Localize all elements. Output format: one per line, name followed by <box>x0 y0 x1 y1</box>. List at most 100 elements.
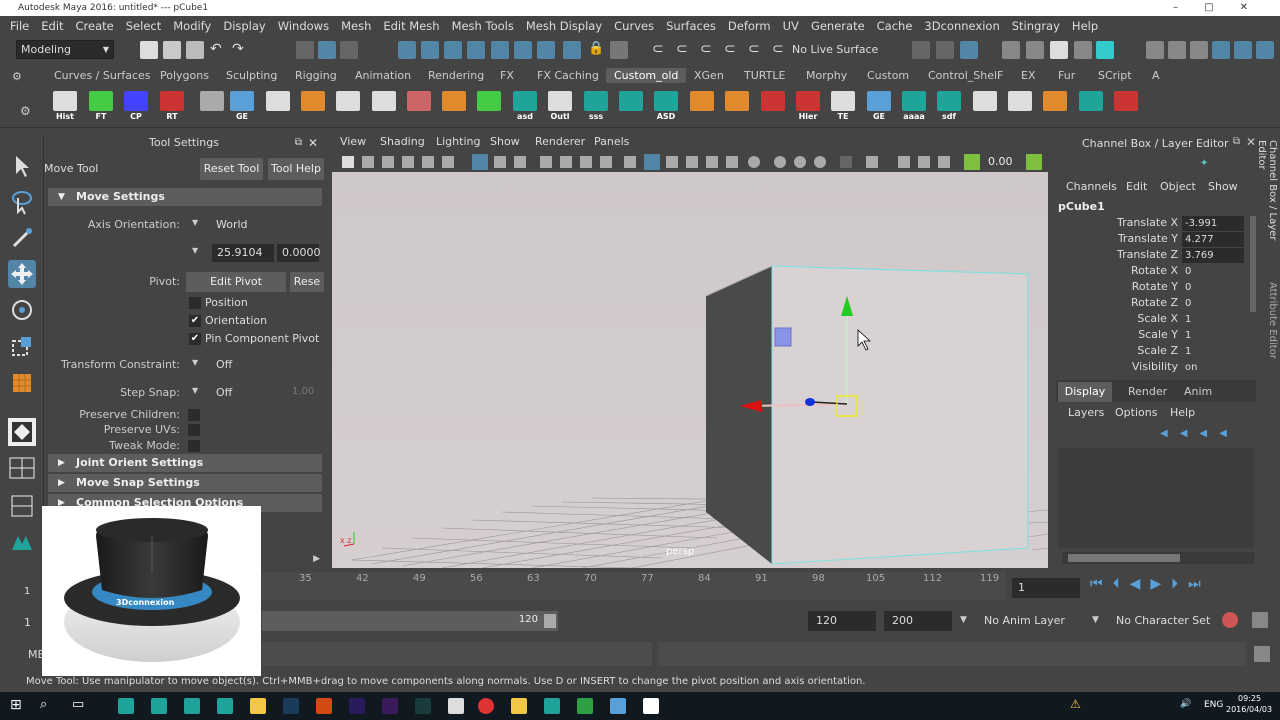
antialiasing-icon[interactable] <box>794 156 806 168</box>
tab-fur[interactable]: Fur <box>1058 69 1075 82</box>
app-icon[interactable] <box>643 698 659 714</box>
shelf-button[interactable] <box>1076 91 1106 125</box>
gear-icon[interactable]: ⚙ <box>20 104 31 118</box>
render-view-icon[interactable] <box>936 41 954 59</box>
chevron-down-icon[interactable]: ▼ <box>1092 615 1099 625</box>
attr-value[interactable]: 4.277 <box>1182 232 1244 247</box>
command-input[interactable] <box>262 642 652 666</box>
pin-component-pivot-checkbox[interactable]: ✔ <box>189 333 201 345</box>
cb-menu-show[interactable]: Show <box>1208 180 1238 193</box>
premiere-icon[interactable] <box>382 698 398 714</box>
menu-surfaces[interactable]: Surfaces <box>662 19 724 33</box>
audition-icon[interactable] <box>415 698 431 714</box>
cubes-icon[interactable] <box>8 368 36 396</box>
shelf-button[interactable]: aaaa <box>899 91 929 125</box>
joint-orient-section[interactable]: ▶ Joint Orient Settings <box>48 454 322 472</box>
layer-scrollbar[interactable] <box>1062 552 1254 564</box>
attr-value[interactable]: 1 <box>1182 328 1244 343</box>
attr-translate-y[interactable]: Translate Y 4.277 <box>1052 232 1248 248</box>
lock-icon[interactable]: 🔒 <box>588 41 606 59</box>
reset-pivot-button[interactable]: Rese <box>290 272 324 292</box>
tab-custom-old[interactable]: Custom_old <box>606 68 687 83</box>
magnet-view-icon[interactable]: ⊂ <box>772 41 790 59</box>
chevron-down-icon[interactable]: ▼ <box>192 358 198 367</box>
magnet-surface-icon[interactable]: ⊂ <box>748 41 766 59</box>
maya-app-icon[interactable] <box>184 698 200 714</box>
layer-menu-options[interactable]: Options <box>1115 406 1157 419</box>
snap-surface-icon[interactable] <box>467 41 485 59</box>
depth-of-field-icon[interactable] <box>814 156 826 168</box>
snap-curve-icon[interactable] <box>421 41 439 59</box>
tab-custom[interactable]: Custom <box>867 69 909 82</box>
xgen-icon[interactable] <box>8 528 36 556</box>
shelf-button[interactable]: TE <box>828 91 858 125</box>
resolution-gate-icon[interactable] <box>514 156 526 168</box>
file-explorer-icon[interactable] <box>250 698 266 714</box>
side-tab-channel-box[interactable]: Channel Box / Layer Editor <box>1256 140 1278 270</box>
tab-render[interactable]: Render <box>1128 385 1167 398</box>
attr-value[interactable]: 1 <box>1182 312 1244 327</box>
mode-selector[interactable]: Modeling ▼ <box>16 40 114 59</box>
shelf-button[interactable] <box>616 91 646 125</box>
menu-modify[interactable]: Modify <box>169 19 219 33</box>
viewport-menu-lighting[interactable]: Lighting <box>436 135 480 148</box>
orientation-value-1[interactable]: 25.9104 <box>212 244 274 262</box>
step-snap-amount[interactable]: 1.00 <box>292 386 314 397</box>
app-icon[interactable] <box>610 698 626 714</box>
orientation-checkbox[interactable]: ✔ <box>189 315 201 327</box>
select-hierarchy-icon[interactable] <box>296 41 314 59</box>
move-snap-section[interactable]: ▶ Move Snap Settings <box>48 474 322 492</box>
shelf-button[interactable]: GE <box>864 91 894 125</box>
gamma-icon[interactable] <box>964 154 980 170</box>
viewport-menu-panels[interactable]: Panels <box>594 135 629 148</box>
select-component-icon[interactable] <box>340 41 358 59</box>
attr-value[interactable]: -3.991 <box>1182 216 1244 231</box>
shelf-button[interactable]: FT <box>86 91 116 125</box>
tab-turtle[interactable]: TURTLE <box>744 69 785 82</box>
search-icon[interactable]: ⌕ <box>40 697 47 712</box>
position-checkbox[interactable] <box>189 297 201 309</box>
render-target-icon[interactable] <box>1096 41 1114 59</box>
camera-icon[interactable] <box>342 156 354 168</box>
2d-pan-icon[interactable] <box>422 156 434 168</box>
preserve-uvs-checkbox[interactable] <box>188 424 200 436</box>
maya-app-icon[interactable] <box>217 698 233 714</box>
chrome-icon[interactable] <box>478 698 494 714</box>
menu-mesh-display[interactable]: Mesh Display <box>522 19 610 33</box>
gear-icon[interactable]: ⚙ <box>12 70 22 83</box>
orientation-value-2[interactable]: 0.0000 <box>277 244 321 262</box>
move-tool-icon[interactable] <box>8 260 36 288</box>
menu-file[interactable]: File <box>6 19 37 33</box>
axis-orientation-value[interactable]: World <box>216 218 248 231</box>
playback-controls[interactable]: ⏮⏴◀▶⏵⏭ <box>1090 576 1211 592</box>
snap-grid-alt-icon[interactable] <box>537 41 555 59</box>
task-view-icon[interactable]: ▭ <box>72 697 84 712</box>
range-bar[interactable]: 120 <box>262 611 558 631</box>
shelf-button[interactable]: sdf <box>934 91 964 125</box>
layout-split-icon[interactable] <box>8 492 36 520</box>
grid-icon[interactable] <box>472 154 488 170</box>
scroll-right-icon[interactable]: ▶ <box>313 554 320 564</box>
tab-display[interactable]: Display <box>1058 382 1112 402</box>
outliner-icon[interactable] <box>1168 41 1186 59</box>
tab-polygons[interactable]: Polygons <box>160 69 209 82</box>
channel-box-mode-icon[interactable]: ✦ <box>1200 158 1208 169</box>
language-indicator[interactable]: ENG <box>1204 700 1223 710</box>
select-tool-icon[interactable] <box>8 152 36 180</box>
magnet-icon[interactable]: ⊂ <box>652 41 670 59</box>
menu-mesh[interactable]: Mesh <box>337 19 379 33</box>
redo-icon[interactable]: ↷ <box>232 41 250 59</box>
lasso-tool-icon[interactable] <box>8 188 36 216</box>
make-live-icon[interactable] <box>514 41 532 59</box>
transform-constraint-value[interactable]: Off <box>216 358 232 371</box>
snap-options-icon[interactable] <box>563 41 581 59</box>
shelf-button[interactable]: RT <box>157 91 187 125</box>
tab-anim[interactable]: Anim <box>1184 385 1212 398</box>
tab-script[interactable]: SCript <box>1098 69 1132 82</box>
tool-settings-icon[interactable] <box>1190 41 1208 59</box>
scrollbar-thumb[interactable] <box>1068 554 1180 562</box>
shelf-button[interactable] <box>758 91 788 125</box>
chevron-down-icon[interactable]: ▼ <box>960 615 967 625</box>
attr-value[interactable]: 3.769 <box>1182 248 1244 263</box>
menu-uv[interactable]: UV <box>779 19 807 33</box>
